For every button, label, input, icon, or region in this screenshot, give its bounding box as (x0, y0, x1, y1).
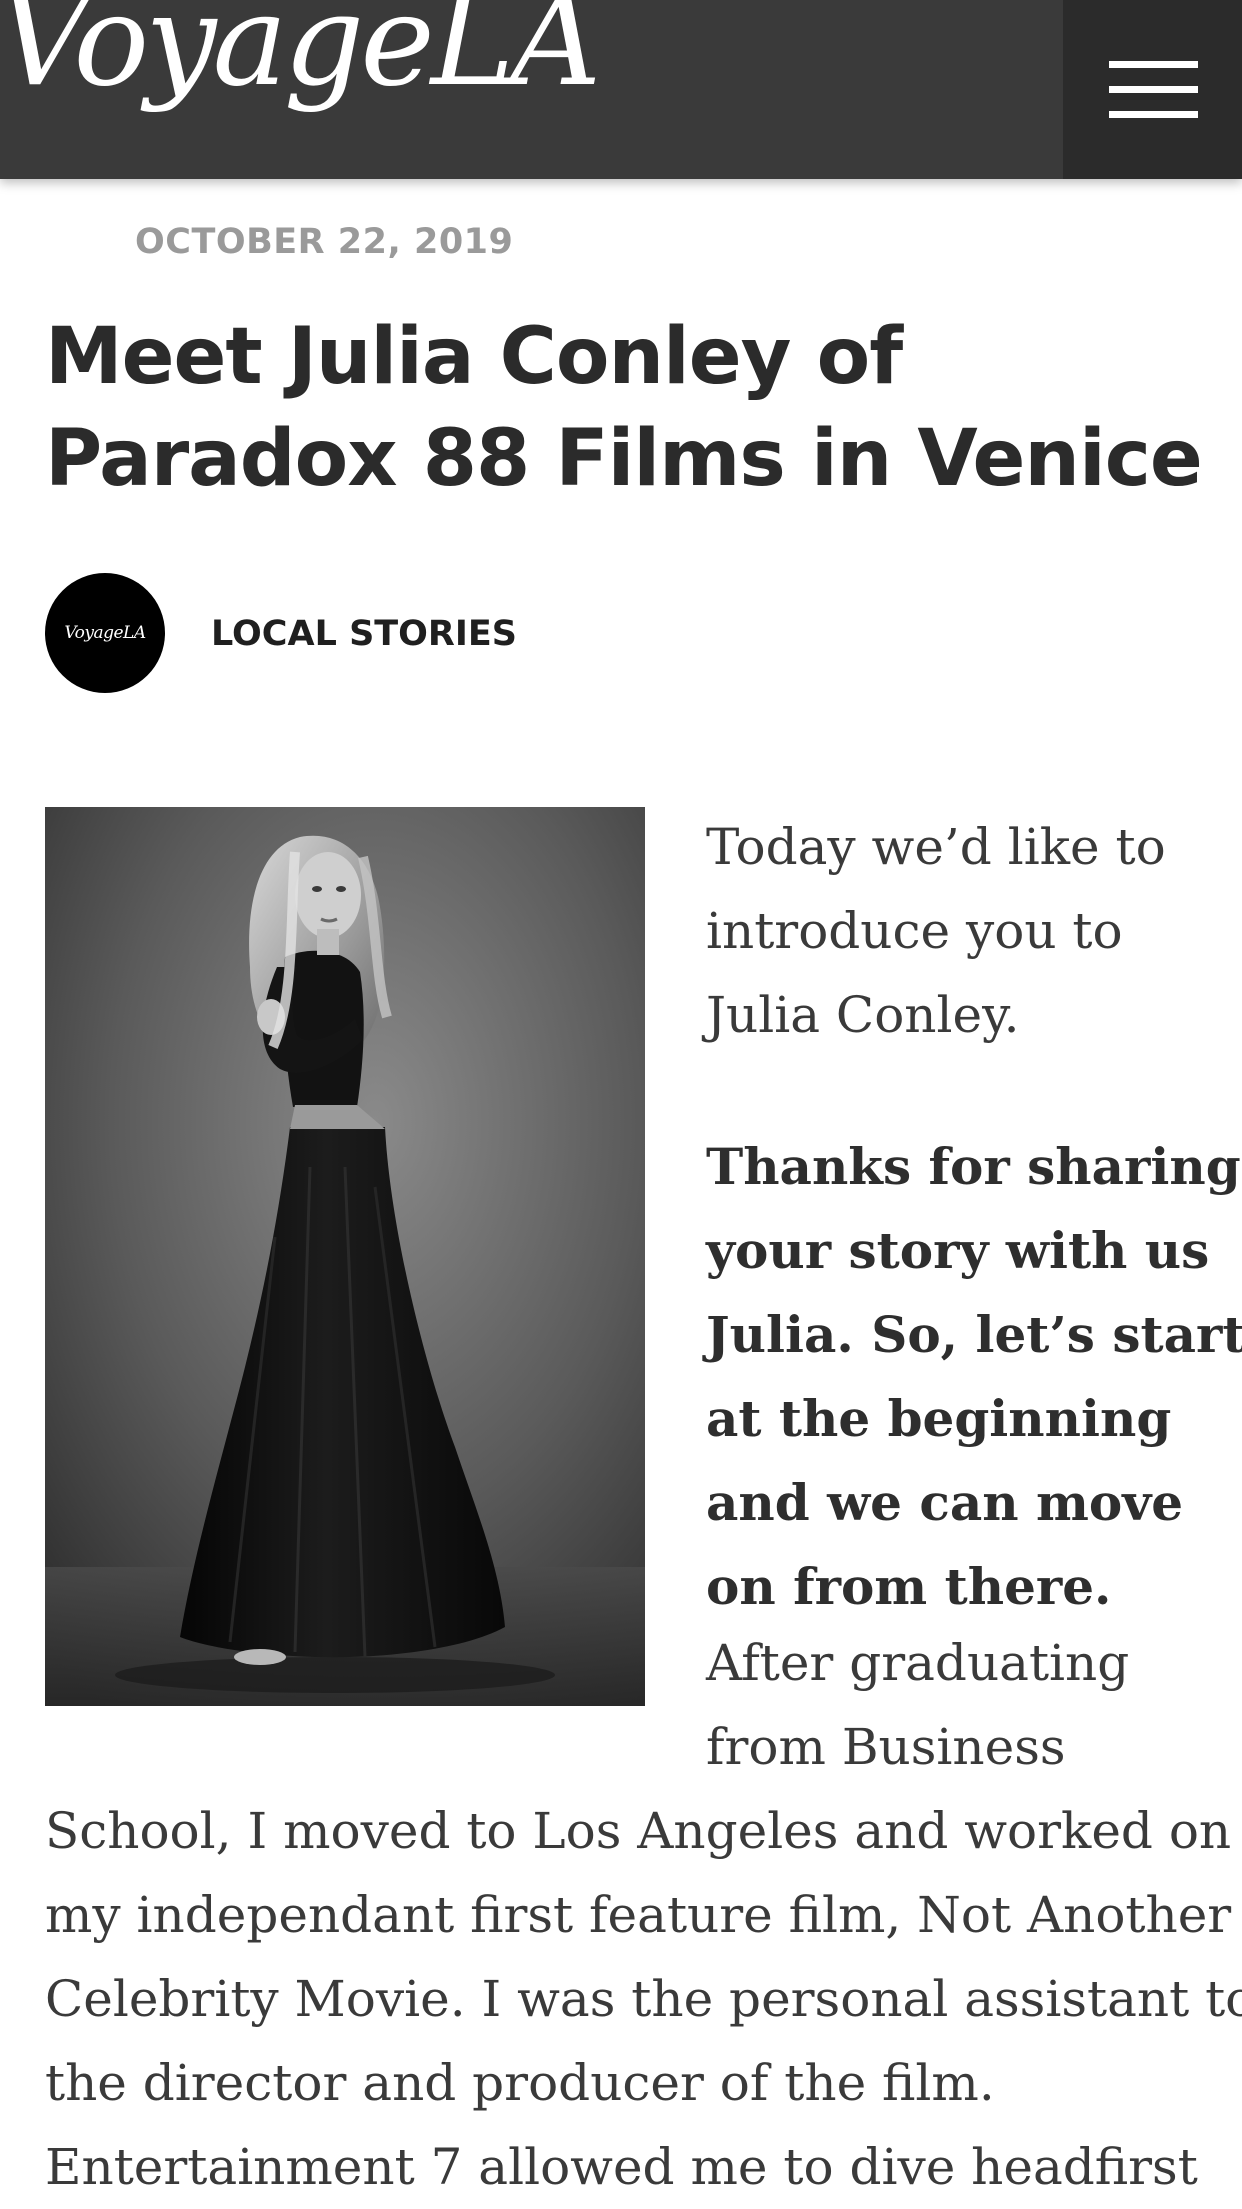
avatar-logo-text: VoyageLA (64, 623, 146, 643)
answer-line: Entertainment 7 allowed me to dive headf… (45, 2138, 1198, 2196)
answer-line: from Business (706, 1718, 1066, 1776)
category-link[interactable]: LOCAL STORIES (211, 614, 517, 654)
site-header: VoyageLA (0, 0, 1242, 179)
interview-answer-side: After graduating from Business (706, 1621, 1129, 1789)
paragraph-line: Today we’d like to (706, 818, 1166, 876)
hamburger-menu-icon-bar (1109, 111, 1198, 118)
answer-line: my independant first feature film, Not A… (45, 1886, 1232, 1944)
menu-button[interactable] (1063, 0, 1242, 179)
article-intro: Today we’d like to introduce you to Juli… (706, 805, 1166, 1057)
interview-question: Thanks for sharing your story with us Ju… (706, 1125, 1242, 1629)
question-line: your story with us (706, 1221, 1210, 1280)
hamburger-menu-icon (1109, 61, 1198, 68)
author-avatar[interactable]: VoyageLA (45, 573, 165, 693)
question-line: Thanks for sharing (706, 1137, 1241, 1196)
answer-line: the director and producer of the film. (45, 2054, 995, 2112)
post-title-line: Paradox 88 Films in Venice (45, 414, 1203, 504)
post-title-line: Meet Julia Conley of (45, 312, 903, 402)
question-line: on from there. (706, 1557, 1112, 1616)
question-line: at the beginning (706, 1389, 1172, 1448)
answer-line: Celebrity Movie. I was the personal assi… (45, 1970, 1242, 2028)
question-line: and we can move (706, 1473, 1184, 1532)
hamburger-menu-icon-bar (1109, 86, 1198, 93)
question-line: Julia. So, let’s start (706, 1305, 1242, 1364)
interview-answer: School, I moved to Los Angeles and worke… (45, 1789, 1242, 2209)
paragraph-line: introduce you to (706, 902, 1123, 960)
post-title: Meet Julia Conley of Paradox 88 Films in… (45, 306, 1215, 510)
site-logo[interactable]: VoyageLA (0, 0, 601, 104)
paragraph-line: Julia Conley. (706, 986, 1020, 1044)
article-photo (45, 807, 645, 1706)
answer-line: School, I moved to Los Angeles and worke… (45, 1802, 1232, 1860)
answer-line: After graduating (706, 1634, 1130, 1692)
post-date: OCTOBER 22, 2019 (135, 222, 514, 262)
